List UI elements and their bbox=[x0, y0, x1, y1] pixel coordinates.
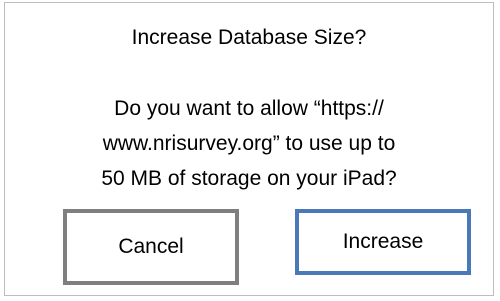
increase-button[interactable]: Increase bbox=[295, 209, 471, 275]
dialog-message-line: Do you want to allow “https:// bbox=[114, 97, 384, 120]
dialog-title: Increase Database Size? bbox=[131, 26, 367, 49]
dialog-message-line: 50 MB of storage on your iPad? bbox=[101, 167, 397, 190]
dialog-message-line: www.nrisurvey.org” to use up to bbox=[102, 132, 396, 155]
increase-button-label: Increase bbox=[342, 230, 424, 253]
storage-permission-dialog: Increase Database Size? Do you want to a… bbox=[4, 2, 494, 296]
cancel-button-label: Cancel bbox=[118, 235, 184, 258]
dialog-message: Do you want to allow “https:// www.nrisu… bbox=[5, 91, 493, 196]
cancel-button[interactable]: Cancel bbox=[63, 209, 239, 285]
